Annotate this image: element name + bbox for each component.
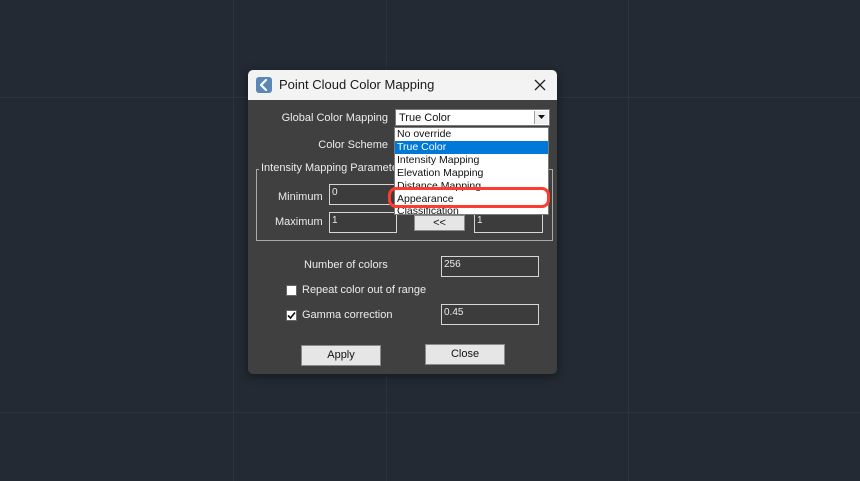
global-color-mapping-label: Global Color Mapping	[281, 112, 388, 124]
color-mapping-dialog: Point Cloud Color Mapping Global Color M…	[248, 70, 557, 374]
minimum-label: Minimum	[278, 191, 323, 203]
grid-line	[233, 0, 234, 481]
repeat-color-label: Repeat color out of range	[302, 284, 427, 296]
minimum-value: 0	[332, 187, 338, 198]
repeat-color-checkbox[interactable]	[286, 285, 297, 296]
apply-button[interactable]: Apply	[301, 345, 381, 366]
dropdown-option-no-override[interactable]: No override	[395, 128, 548, 141]
global-color-mapping-value: True Color	[399, 112, 451, 124]
dropdown-option-elevation-mapping[interactable]: Elevation Mapping	[395, 167, 548, 180]
number-of-colors-label: Number of colors	[304, 259, 388, 271]
gamma-correction-checkbox[interactable]	[286, 310, 297, 321]
dropdown-option-intensity-mapping[interactable]: Intensity Mapping	[395, 154, 548, 167]
annotation-highlight-ring	[388, 187, 550, 208]
minimum-field[interactable]: 0	[329, 184, 397, 205]
grid-line	[628, 0, 629, 481]
number-of-colors-field[interactable]: 256	[441, 256, 539, 277]
grid-line	[0, 412, 860, 413]
back-arrow-icon	[256, 77, 272, 93]
maximum-value: 1	[332, 215, 338, 226]
gamma-value-field[interactable]: 0.45	[441, 304, 539, 325]
number-of-colors-value: 256	[444, 259, 461, 270]
color-scheme-label: Color Scheme	[318, 139, 388, 151]
gamma-correction-label: Gamma correction	[302, 309, 393, 321]
right-value-field[interactable]: 1	[474, 212, 543, 233]
dialog-title: Point Cloud Color Mapping	[279, 77, 435, 92]
checkmark-icon	[287, 311, 296, 320]
right-field-value: 1	[477, 215, 483, 226]
intensity-group-title: Intensity Mapping Paramete	[259, 162, 400, 174]
close-icon[interactable]	[531, 76, 549, 94]
dropdown-option-true-color[interactable]: True Color	[395, 141, 548, 154]
title-bar: Point Cloud Color Mapping	[248, 70, 557, 100]
maximum-field[interactable]: 1	[329, 212, 397, 233]
chevron-down-icon[interactable]	[534, 111, 548, 124]
maximum-label: Maximum	[275, 216, 323, 228]
global-color-mapping-select[interactable]: True Color	[395, 109, 550, 126]
close-button[interactable]: Close	[425, 344, 505, 365]
swap-button[interactable]: <<	[414, 215, 465, 231]
gamma-value: 0.45	[444, 307, 464, 318]
